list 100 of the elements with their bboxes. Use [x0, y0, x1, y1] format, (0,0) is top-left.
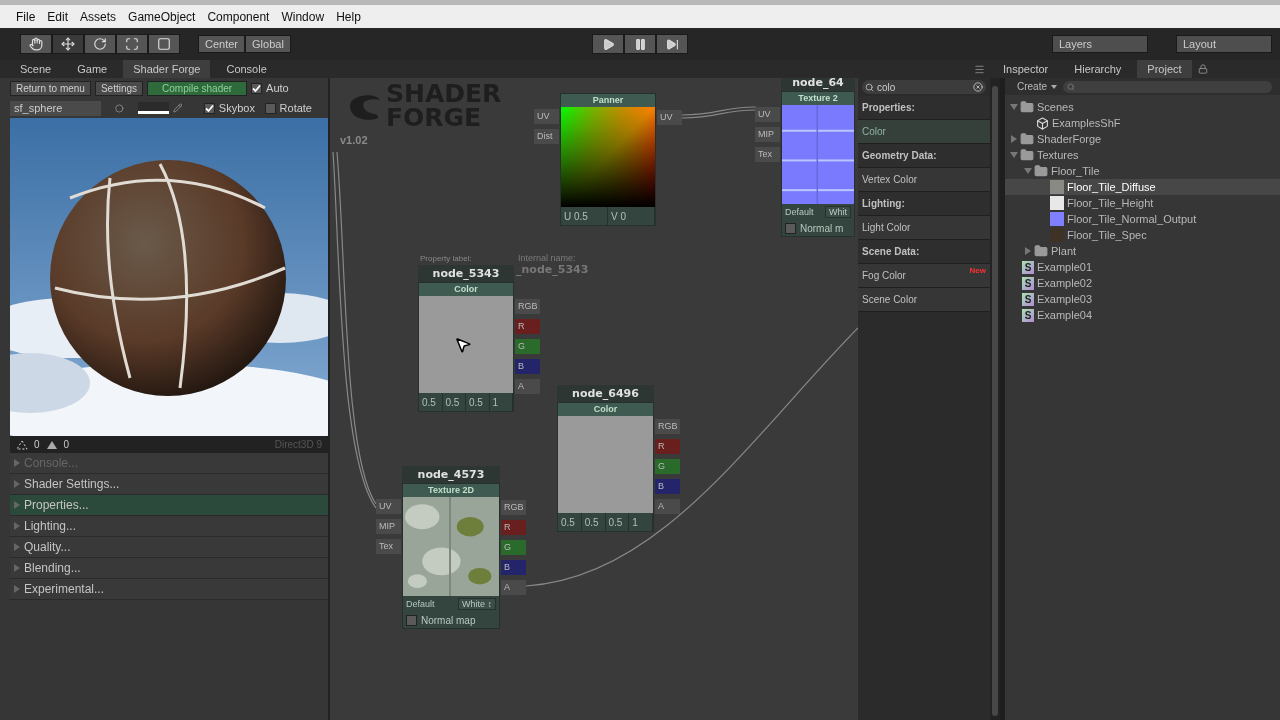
input-socket[interactable]: UV: [755, 107, 780, 122]
toolbar-button[interactable]: Return to menu: [10, 80, 91, 96]
menu-item[interactable]: Help: [330, 9, 367, 24]
output-socket[interactable]: A: [515, 379, 540, 394]
search-field[interactable]: colo: [862, 80, 986, 94]
eyedropper-icon[interactable]: [172, 103, 183, 113]
output-socket[interactable]: RGB: [501, 500, 526, 515]
tab[interactable]: Shader Forge: [123, 60, 211, 78]
clear-icon[interactable]: [973, 82, 983, 92]
output-socket[interactable]: G: [655, 459, 680, 474]
compile-button[interactable]: Compile shader: [147, 80, 248, 96]
tree-row[interactable]: Plant: [1005, 243, 1280, 259]
pivot-button[interactable]: Global: [245, 35, 291, 53]
checkbox-label[interactable]: Normal m: [800, 222, 844, 234]
input-socket[interactable]: UV: [534, 109, 559, 124]
tool-button[interactable]: [20, 34, 52, 54]
input-socket[interactable]: MIP: [755, 127, 780, 142]
tree-row[interactable]: S Example04: [1005, 307, 1280, 323]
dropdown[interactable]: Layers: [1052, 35, 1148, 53]
output-socket[interactable]: B: [655, 479, 680, 494]
output-socket[interactable]: R: [515, 319, 540, 334]
node-list-item[interactable]: Color: [858, 120, 990, 144]
tab[interactable]: Scene: [10, 60, 62, 78]
output-socket[interactable]: RGB: [515, 299, 540, 314]
menu-item[interactable]: Edit: [41, 9, 75, 24]
tool-button[interactable]: [116, 34, 148, 54]
tab[interactable]: Hierarchy: [1064, 60, 1132, 78]
menu-icon[interactable]: [974, 64, 985, 75]
tool-button[interactable]: [84, 34, 116, 54]
tab[interactable]: Inspector: [993, 60, 1059, 78]
output-socket[interactable]: R: [501, 520, 526, 535]
default-dropdown[interactable]: Whit: [825, 206, 851, 218]
menu-item[interactable]: Component: [201, 9, 276, 24]
value-field[interactable]: 0.5: [466, 393, 490, 411]
tab[interactable]: Console: [216, 60, 277, 78]
tree-row[interactable]: ExamplesShF: [1005, 115, 1280, 131]
checkbox[interactable]: [264, 102, 276, 114]
search-field[interactable]: [1063, 80, 1272, 93]
pivot-button[interactable]: Center: [198, 35, 246, 53]
output-socket[interactable]: A: [501, 580, 526, 595]
tree-row[interactable]: Floor_Tile_Spec: [1005, 227, 1280, 243]
output-socket[interactable]: RGB: [655, 419, 680, 434]
tree-row[interactable]: Scenes: [1005, 99, 1280, 115]
value-field[interactable]: V 0: [608, 207, 655, 225]
lock-icon[interactable]: [1197, 64, 1208, 74]
toolbar-button[interactable]: Settings: [94, 80, 144, 96]
tab[interactable]: Game: [67, 60, 118, 78]
dropdown[interactable]: Layout: [1176, 35, 1272, 53]
menu-item[interactable]: Window: [275, 9, 331, 24]
create-button[interactable]: Create: [1013, 81, 1051, 92]
checkbox[interactable]: [406, 614, 417, 626]
tree-row[interactable]: Textures: [1005, 147, 1280, 163]
value-field[interactable]: 0.5: [442, 393, 466, 411]
checkbox-label[interactable]: Skybox: [218, 102, 255, 114]
tree-row[interactable]: S Example01: [1005, 259, 1280, 275]
tree-row[interactable]: S Example02: [1005, 275, 1280, 291]
checkbox[interactable]: [785, 222, 796, 234]
tree-row[interactable]: Floor_Tile_Normal_Output: [1005, 211, 1280, 227]
output-socket[interactable]: R: [655, 439, 680, 454]
output-socket[interactable]: B: [501, 560, 526, 575]
node-list-item[interactable]: Light Color: [858, 216, 990, 240]
output-socket[interactable]: A: [655, 499, 680, 514]
input-socket[interactable]: Tex: [755, 147, 780, 162]
menu-item[interactable]: GameObject: [122, 9, 202, 24]
input-socket[interactable]: MIP: [376, 519, 401, 534]
output-socket[interactable]: G: [501, 540, 526, 555]
node-list-item[interactable]: Vertex Color: [858, 168, 990, 192]
output-socket[interactable]: B: [515, 359, 540, 374]
checkbox-label[interactable]: Normal map: [421, 614, 476, 626]
tool-button[interactable]: [52, 34, 84, 54]
value-field[interactable]: 0.5: [419, 393, 443, 411]
node-list-item[interactable]: Fog Color New: [858, 264, 990, 288]
tool-button[interactable]: [148, 34, 180, 54]
mesh-field[interactable]: sf_sphere: [10, 100, 102, 116]
pause-button[interactable]: [624, 34, 656, 54]
caret-icon[interactable]: [1051, 84, 1057, 89]
value-field[interactable]: U 0.5: [561, 207, 608, 225]
output-socket[interactable]: G: [515, 339, 540, 354]
tree-row[interactable]: S Example03: [1005, 291, 1280, 307]
tree-row[interactable]: ShaderForge: [1005, 131, 1280, 147]
target-icon[interactable]: [115, 103, 125, 113]
checkbox[interactable]: [251, 82, 263, 94]
checkbox-label[interactable]: Auto: [266, 82, 289, 94]
value-field[interactable]: 1: [629, 513, 653, 531]
default-dropdown[interactable]: White ↕: [458, 598, 496, 610]
input-socket[interactable]: UV: [376, 499, 401, 514]
input-socket[interactable]: Tex: [376, 539, 401, 554]
checkbox-label[interactable]: Rotate: [279, 102, 312, 114]
value-field[interactable]: 1: [489, 393, 513, 411]
input-socket[interactable]: Dist: [534, 129, 559, 144]
play-button[interactable]: [592, 34, 624, 54]
value-field[interactable]: 0.5: [605, 513, 630, 531]
menu-item[interactable]: File: [10, 9, 42, 24]
section-header[interactable]: Properties...: [10, 495, 328, 516]
tab[interactable]: Project: [1137, 60, 1192, 78]
checkbox[interactable]: [203, 102, 215, 114]
value-field[interactable]: 0.5: [558, 513, 582, 531]
output-socket[interactable]: UV: [657, 110, 682, 125]
menu-item[interactable]: Assets: [74, 9, 123, 24]
color-swatch[interactable]: [138, 102, 169, 114]
